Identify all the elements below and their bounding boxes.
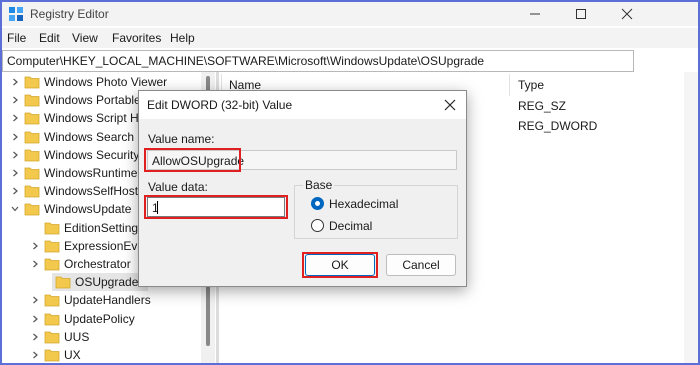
tree-node-label: UX (64, 348, 81, 362)
ok-button-highlight (302, 252, 378, 278)
column-header-type[interactable]: Type (518, 78, 544, 92)
hexadecimal-label[interactable]: Hexadecimal (329, 197, 398, 211)
minimize-icon (530, 13, 540, 15)
menu-bar: File Edit View Favorites Help (2, 28, 698, 48)
chevron-right-icon[interactable] (30, 259, 40, 269)
tree-node-label: Windows Security (44, 147, 140, 162)
maximize-button[interactable] (558, 2, 604, 26)
menu-favorites[interactable]: Favorites (112, 31, 161, 45)
menu-view[interactable]: View (72, 31, 98, 45)
tree-node-label: WindowsRuntime (44, 166, 138, 180)
tree-node-label: Windows Search (44, 129, 135, 144)
column-separator[interactable] (509, 74, 510, 96)
folder-icon (24, 94, 40, 107)
cancel-button[interactable]: Cancel (386, 254, 456, 276)
chevron-right-icon[interactable] (30, 350, 40, 360)
tree-node[interactable]: Windows Photo Viewer (2, 73, 215, 91)
chevron-right-icon[interactable] (10, 150, 20, 160)
tree-node[interactable]: UUS (2, 328, 215, 346)
folder-icon (24, 167, 40, 180)
value-data-label: Value data: (148, 180, 208, 194)
menu-file[interactable]: File (7, 31, 26, 45)
chevron-right-icon[interactable] (10, 113, 20, 123)
hexadecimal-radio[interactable] (311, 197, 324, 210)
tree-node-label: ExpressionEval (64, 238, 147, 253)
tree-node-label: Windows Script H (44, 111, 139, 126)
edit-dword-dialog: Edit DWORD (32-bit) Value Value name: Al… (138, 90, 467, 287)
tree-node-label: EditionSettings (64, 220, 145, 235)
close-button[interactable] (604, 2, 650, 26)
folder-icon (24, 203, 40, 216)
dialog-close-button[interactable] (436, 91, 464, 119)
tree-node[interactable]: UpdateHandlers (2, 291, 215, 309)
folder-icon (44, 294, 60, 307)
value-name-label: Value name: (148, 132, 215, 146)
folder-icon (44, 331, 60, 344)
tree-node-label: Windows Portable (44, 93, 141, 108)
tree-node-label: UUS (64, 329, 90, 344)
value-type-cell: REG_DWORD (518, 119, 598, 133)
folder-icon (44, 258, 60, 271)
close-icon (621, 8, 633, 20)
dialog-title-bar: Edit DWORD (32-bit) Value (139, 91, 466, 119)
dialog-title: Edit DWORD (32-bit) Value (147, 98, 293, 112)
tree-node[interactable]: OSUpgrade (52, 273, 148, 292)
chevron-right-icon[interactable] (30, 241, 40, 251)
chevron-right-icon[interactable] (30, 332, 40, 342)
chevron-right-icon[interactable] (30, 295, 40, 305)
folder-icon (24, 131, 40, 143)
value-type-cell: REG_SZ (518, 99, 567, 113)
folder-icon (44, 349, 60, 362)
folder-icon (24, 185, 40, 198)
value-name-highlight (144, 148, 241, 172)
tree-node-label: UpdateHandlers (64, 293, 151, 308)
decimal-label[interactable]: Decimal (329, 219, 372, 233)
values-scrollbar[interactable] (684, 72, 698, 363)
folder-icon (44, 240, 60, 253)
folder-icon (44, 222, 60, 234)
registry-editor-window: Registry Editor File Edit View Favorites… (0, 0, 700, 365)
chevron-right-icon[interactable] (30, 314, 40, 324)
minimize-button[interactable] (512, 2, 558, 26)
folder-icon (24, 76, 40, 89)
tree-node-label: OSUpgrade (75, 275, 139, 290)
close-icon (444, 99, 456, 111)
value-data-highlight (144, 195, 288, 219)
tree-node-label: UpdatePolicy (64, 311, 135, 326)
chevron-down-icon[interactable] (10, 204, 20, 214)
title-bar: Registry Editor (2, 2, 698, 26)
tree-node[interactable]: UpdatePolicy (2, 310, 215, 328)
chevron-right-icon[interactable] (10, 168, 20, 178)
base-label: Base (303, 178, 335, 192)
chevron-right-icon[interactable] (10, 95, 20, 105)
tree-node-label: WindowsSelfHost (44, 184, 139, 199)
address-path: Computer\HKEY_LOCAL_MACHINE\SOFTWARE\Mic… (7, 54, 485, 68)
menu-edit[interactable]: Edit (39, 31, 60, 45)
window-title: Registry Editor (30, 7, 109, 21)
folder-icon (24, 149, 40, 162)
menu-help[interactable]: Help (170, 31, 195, 45)
tree-node[interactable]: UX (2, 346, 215, 363)
chevron-right-icon[interactable] (10, 77, 20, 87)
folder-icon (44, 313, 60, 325)
maximize-icon (576, 9, 586, 19)
tree-node-label: Windows Photo Viewer (44, 75, 168, 89)
chevron-right-icon[interactable] (10, 132, 20, 142)
folder-icon (24, 112, 40, 125)
folder-icon (55, 276, 71, 289)
registry-editor-app-icon (9, 7, 23, 21)
decimal-radio[interactable] (311, 219, 324, 232)
address-bar[interactable]: Computer\HKEY_LOCAL_MACHINE\SOFTWARE\Mic… (2, 50, 634, 72)
tree-node-label: Orchestrator (64, 257, 131, 271)
tree-node-label: WindowsUpdate (44, 202, 132, 217)
chevron-right-icon[interactable] (10, 186, 20, 196)
